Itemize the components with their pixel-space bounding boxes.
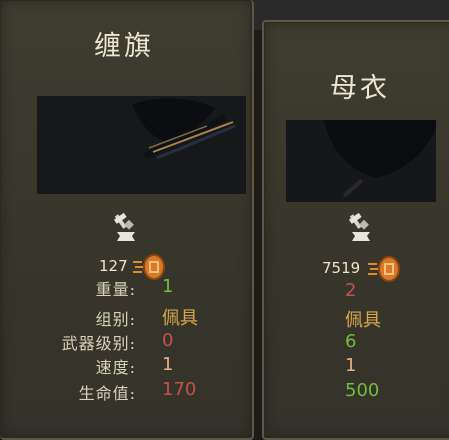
stat-label-weight: 重量: <box>95 280 136 299</box>
coin-stack-icon <box>368 255 404 283</box>
stat-value-weight-left: 1 <box>162 276 174 297</box>
stat-value-weapon-tier-left: 0 <box>162 330 174 351</box>
stat-value-speed-left: 1 <box>162 354 174 375</box>
item-card-right[interactable]: 母衣 7519 <box>262 20 449 440</box>
stat-value-speed-right: 1 <box>345 355 357 376</box>
stat-value-group-right: 佩具 <box>345 310 381 331</box>
item-price-right: 7519 <box>322 259 361 277</box>
banner-model-image <box>37 96 246 194</box>
stat-value-group-left: 佩具 <box>162 308 198 329</box>
stat-label-hp: 生命值: <box>78 384 136 403</box>
cloak-model-image <box>286 120 436 202</box>
stat-value-hp-left: 170 <box>162 379 197 400</box>
stat-label-weapon-tier: 武器级别: <box>61 334 136 353</box>
hammer-anvil-icon <box>348 212 374 242</box>
item-preview-left <box>37 96 246 194</box>
item-title-right: 母衣 <box>330 73 390 104</box>
item-price-left: 127 <box>99 257 128 275</box>
stat-value-weight-right: 2 <box>345 280 357 301</box>
hammer-anvil-icon <box>113 212 139 242</box>
stat-value-weapon-tier-right: 6 <box>345 331 357 352</box>
stat-label-group: 组别: <box>95 310 136 329</box>
item-preview-right <box>286 120 436 202</box>
stat-label-speed: 速度: <box>95 358 136 377</box>
stat-value-hp-right: 500 <box>345 380 380 401</box>
item-title-left: 缠旗 <box>94 31 154 62</box>
